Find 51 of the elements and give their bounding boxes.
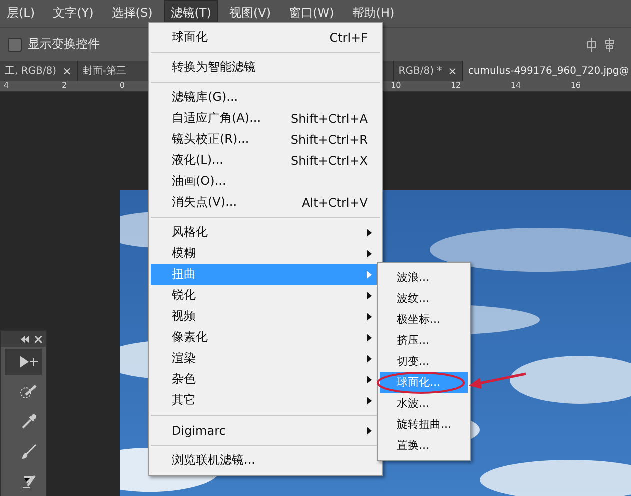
menu-item[interactable]: 锐化	[151, 285, 380, 306]
align-icon[interactable]	[586, 38, 598, 52]
menu-item[interactable]: Digimarc	[151, 420, 380, 441]
move-icon	[18, 355, 38, 369]
menu-item[interactable]: 浏览联机滤镜...	[151, 450, 380, 471]
menu-item[interactable]: 模糊	[151, 243, 380, 264]
menu-item[interactable]: 水波...	[380, 393, 468, 414]
menu-item[interactable]: 层(L)	[0, 0, 42, 28]
checkbox[interactable]	[8, 38, 22, 52]
arrow	[469, 372, 526, 389]
move-tool[interactable]	[5, 349, 42, 375]
menu-item[interactable]: 视频	[151, 306, 380, 327]
menu-item[interactable]: 渲染	[151, 348, 380, 369]
collapse-icon[interactable]	[21, 336, 29, 342]
menu-item[interactable]: 挤压...	[380, 330, 468, 351]
close-icon[interactable]	[35, 336, 42, 342]
menu-item[interactable]: 选择(S)	[104, 0, 160, 28]
menu-item[interactable]: 杂色	[151, 369, 380, 390]
ruler-label: 14	[510, 81, 522, 91]
menu-item[interactable]: 波浪...	[380, 267, 468, 288]
menu-item[interactable]: 转换为智能滤镜	[151, 57, 380, 78]
checkbox-label: 显示变换控件	[28, 36, 100, 54]
menu-item[interactable]: 文字(Y)	[46, 0, 101, 28]
ruler-label: 4	[3, 81, 10, 91]
align-icon[interactable]	[604, 38, 616, 52]
ruler-label: 2	[60, 81, 68, 91]
ruler-label: 0	[118, 81, 125, 91]
menu-item[interactable]: 滤镜库(G)...	[151, 87, 380, 108]
close-icon[interactable]: ×	[62, 64, 72, 78]
menu-item[interactable]: 旋转扭曲...	[380, 414, 468, 435]
menu-item[interactable]: 其它	[151, 390, 380, 411]
menu-item[interactable]: 风格化	[151, 222, 380, 243]
ruler-label: 16	[570, 81, 581, 91]
menu-item[interactable]: 镜头校正(R)... Shift+Ctrl+R	[151, 129, 380, 150]
document-tab[interactable]: RGB/8) * ×	[394, 61, 464, 81]
ruler-label: 12	[450, 81, 462, 91]
menu-item[interactable]: 像素化	[151, 327, 380, 348]
menu-item[interactable]: 液化(L)... Shift+Ctrl+X	[151, 150, 380, 171]
ruler-label: 10	[391, 81, 402, 91]
menu-item[interactable]: 油画(O)...	[151, 171, 380, 192]
menu-item[interactable]: 自适应广角(A)... Shift+Ctrl+A	[151, 108, 380, 129]
document-tab[interactable]: 工, RGB/8) ×	[0, 61, 78, 81]
eyedropper-icon	[20, 414, 36, 430]
menu-item[interactable]: 切变...	[380, 351, 468, 372]
menu-item[interactable]: 置换...	[380, 435, 468, 456]
menu-item[interactable]: 球面化 Ctrl+F	[151, 27, 380, 48]
menu-item[interactable]: 极坐标...	[380, 309, 468, 330]
close-icon[interactable]: ×	[448, 64, 458, 78]
document-tab[interactable]: cumulus-499176_960_720.jpg@	[463, 61, 631, 81]
menu-item[interactable]: 波纹...	[380, 288, 468, 309]
menu-item[interactable]: 消失点(V)... Alt+Ctrl+V	[151, 192, 380, 213]
